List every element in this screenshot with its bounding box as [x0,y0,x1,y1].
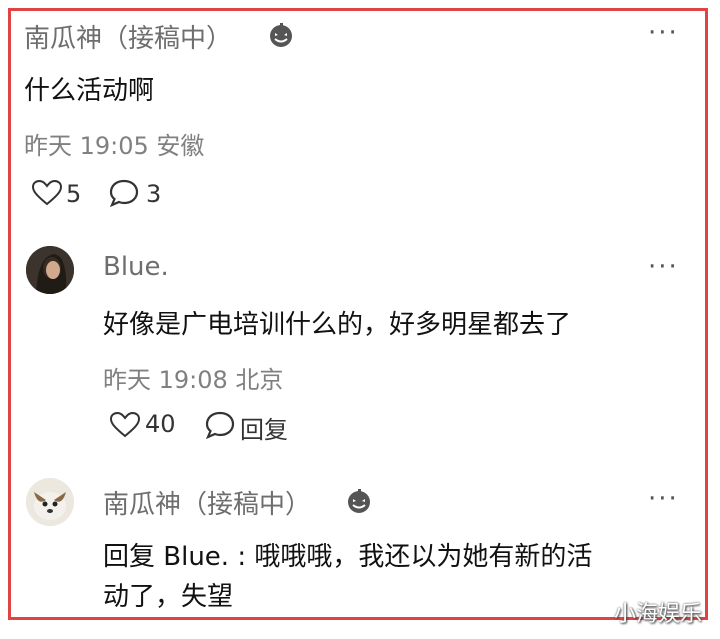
like-count: 40 [145,410,176,438]
comment-icon[interactable] [108,178,140,208]
more-options-button[interactable]: ··· [648,484,679,514]
reply-count: 3 [146,180,162,208]
reply-button[interactable]: 回复 [240,410,288,445]
more-options-button[interactable]: ··· [648,18,679,48]
avatar[interactable] [26,478,74,526]
pumpkin-icon [348,489,370,513]
comment-username[interactable]: Blue. [103,252,169,282]
comment-icon[interactable] [204,410,236,440]
comment-username[interactable]: 南瓜神（接稿中） [103,484,311,521]
watermark: 小海娱乐 [614,602,703,627]
heart-icon[interactable] [110,412,140,438]
comment-meta: 昨天 19:08 北京 [103,366,284,394]
more-options-button[interactable]: ··· [648,252,679,282]
like-count: 5 [66,180,82,208]
comment-text: 什么活动啊 [24,76,155,106]
comment-text: 回复 Blue. : 哦哦哦，我还以为她有新的活 [103,542,593,572]
comment-meta: 昨天 19:05 安徽 [24,132,205,160]
comment-text: 好像是广电培训什么的，好多明星都去了 [103,310,572,340]
comment-text: 动了，失望 [103,582,234,612]
pumpkin-icon [270,23,292,47]
heart-icon[interactable] [32,180,62,206]
avatar[interactable] [26,246,74,294]
comment-username[interactable]: 南瓜神（接稿中） [24,18,232,55]
